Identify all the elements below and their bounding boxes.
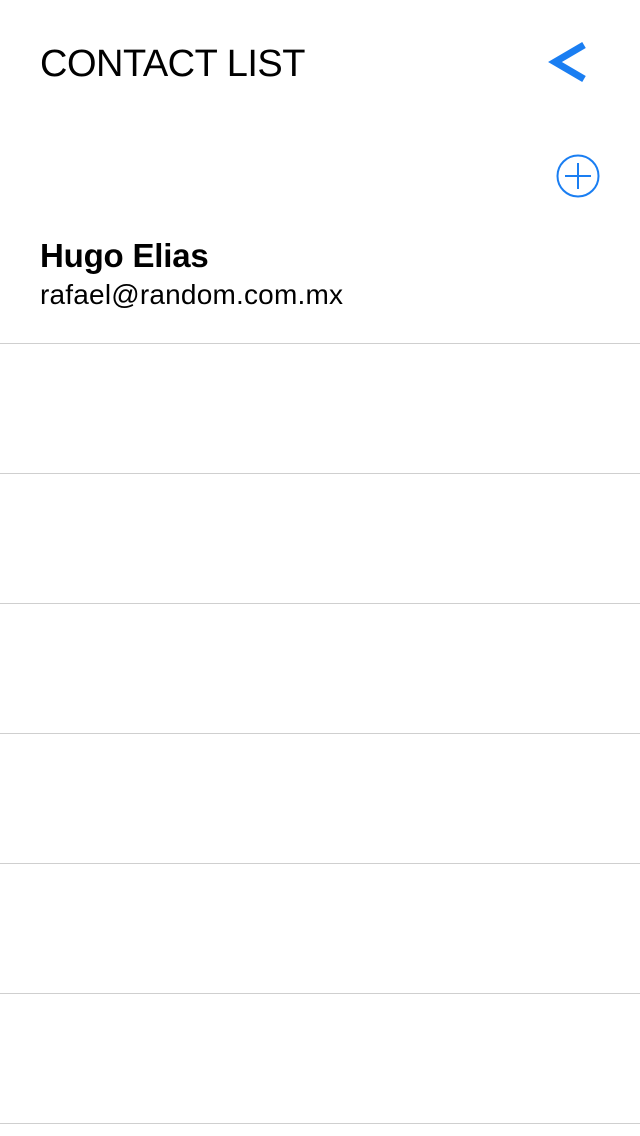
contact-email: rafael@random.com.mx [40, 279, 344, 310]
nav-header: CONTACT LIST [0, 0, 640, 128]
contact-row[interactable] [0, 604, 640, 734]
add-contact-button[interactable] [555, 154, 601, 200]
plus-circle-icon [556, 154, 600, 198]
contact-row[interactable]: Hugo Elias rafael@random.com.mx [0, 214, 640, 344]
contact-list: Hugo Elias rafael@random.com.mx [0, 214, 640, 1124]
chevron-left-icon [548, 41, 586, 83]
page-title: CONTACT LIST [40, 43, 305, 85]
back-button[interactable] [546, 38, 594, 88]
contact-row[interactable] [0, 994, 640, 1124]
contact-row[interactable] [0, 474, 640, 604]
contact-name: Hugo Elias [40, 237, 209, 274]
contact-row[interactable] [0, 734, 640, 864]
contact-row[interactable] [0, 344, 640, 474]
contact-row[interactable] [0, 864, 640, 994]
